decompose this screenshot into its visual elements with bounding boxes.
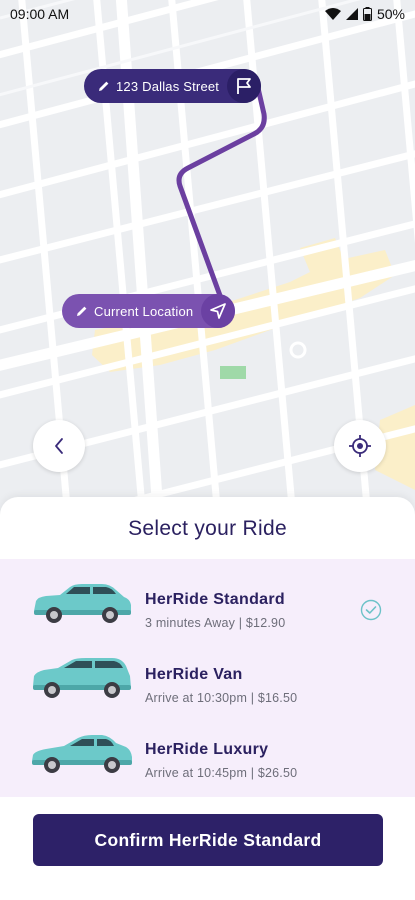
ride-name: HerRide Luxury [145, 741, 269, 758]
ride-option-luxury[interactable]: HerRide Luxury Arrive at 10:45pm | $26.5… [0, 717, 415, 791]
status-icons: 50% [324, 6, 405, 22]
origin-label: Current Location [94, 303, 194, 319]
ride-name: HerRide Standard [145, 591, 285, 608]
ride-name: HerRide Van [145, 666, 243, 683]
battery-icon [362, 7, 372, 21]
locate-me-button[interactable] [334, 420, 386, 472]
ride-detail: Arrive at 10:30pm | $16.50 [145, 691, 298, 705]
wifi-icon [324, 8, 341, 20]
flag-icon [237, 78, 252, 94]
suv-car-icon [34, 584, 131, 623]
pencil-icon [99, 81, 109, 91]
sedan-car-icon [32, 735, 132, 773]
ride-detail: Arrive at 10:45pm | $26.50 [145, 766, 298, 780]
back-button[interactable] [33, 420, 85, 472]
destination-pill[interactable]: 123 Dallas Street [84, 69, 262, 103]
ride-option-standard[interactable]: HerRide Standard 3 minutes Away | $12.90 [0, 567, 415, 641]
check-circle-icon [360, 599, 382, 621]
status-bar: 09:00 AM 50% [0, 0, 415, 28]
map-view[interactable]: 09:00 AM 50% 123 Dallas Street Current L… [0, 0, 415, 520]
navigation-arrow-icon [210, 303, 227, 319]
origin-pill[interactable]: Current Location [62, 294, 236, 328]
cell-signal-icon [345, 8, 358, 20]
status-time: 09:00 AM [10, 6, 70, 22]
crosshair-icon [349, 435, 371, 457]
flag-button[interactable] [227, 69, 262, 103]
ride-options-list: HerRide Standard 3 minutes Away | $12.90… [0, 559, 415, 797]
pencil-icon [77, 306, 87, 316]
ride-selection-sheet: Select your Ride HerRide Standard 3 minu… [0, 497, 415, 900]
ride-detail: 3 minutes Away | $12.90 [145, 616, 286, 630]
destination-label: 123 Dallas Street [116, 78, 220, 94]
sheet-title: Select your Ride [128, 517, 287, 540]
ride-option-van[interactable]: HerRide Van Arrive at 10:30pm | $16.50 [0, 642, 415, 716]
chevron-left-icon [55, 438, 63, 454]
battery-percent: 50% [376, 6, 405, 22]
van-car-icon [33, 658, 131, 698]
confirm-ride-button[interactable]: Confirm HerRide Standard [33, 814, 383, 866]
